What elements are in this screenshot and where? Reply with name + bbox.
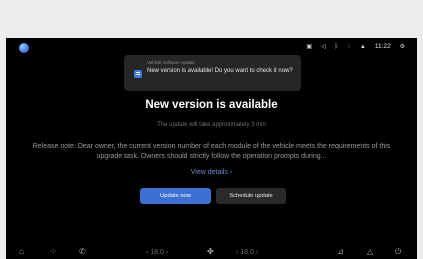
hazard-icon[interactable]: △ xyxy=(367,247,373,257)
photo-icon[interactable]: ▣ xyxy=(306,43,312,51)
view-details-link[interactable]: View details › xyxy=(6,169,417,176)
home-icon[interactable]: ⌂ xyxy=(19,247,24,257)
clock-time: 11:22 xyxy=(374,43,391,50)
left-temperature[interactable]: ‹ 18.0 › xyxy=(146,249,168,256)
update-duration: The update will take approximately 3 min xyxy=(157,122,266,128)
infotainment-screen: ▣ ◁ ᛒ ◌ ▲ 11:22 ⚙ Vehicle software updat… xyxy=(6,38,417,259)
apps-grid-icon[interactable]: ⁘ xyxy=(50,247,57,257)
release-note: Release note: Dear owner, the current ve… xyxy=(32,143,391,160)
update-icon xyxy=(134,70,142,78)
logo-icon[interactable] xyxy=(19,43,29,53)
volume-icon[interactable]: ◁ xyxy=(321,43,326,51)
fan-icon[interactable]: ✤ xyxy=(207,247,214,257)
status-icons: ▣ ◁ ᛒ ◌ ▲ 11:22 ⚙ xyxy=(306,43,405,51)
right-temperature[interactable]: ‹ 18.0 › xyxy=(236,249,258,256)
update-notification[interactable]: Vehicle software update New version is a… xyxy=(124,55,301,91)
bluetooth-icon[interactable]: ᛒ xyxy=(335,43,339,51)
phone-icon[interactable]: ✆ xyxy=(79,247,86,257)
notification-title: Vehicle software update xyxy=(147,60,195,65)
notification-message: New version is available! Do you want to… xyxy=(147,68,293,74)
update-now-button[interactable]: Update now xyxy=(140,188,211,204)
wifi-icon[interactable]: ◌ xyxy=(347,43,351,51)
power-icon[interactable]: ⏻ xyxy=(395,247,401,257)
page-title: New version is available xyxy=(145,99,278,111)
bottom-dock: ⌂ ⁘ ✆ ‹ 18.0 › ✤ ‹ 18.0 › ⊿ △ ⏻ xyxy=(6,243,417,259)
signal-icon: ▲ xyxy=(359,44,366,50)
schedule-update-button[interactable]: Schedule update xyxy=(216,188,286,204)
settings-icon[interactable]: ⚙ xyxy=(400,43,405,51)
seat-icon[interactable]: ⊿ xyxy=(337,247,344,257)
